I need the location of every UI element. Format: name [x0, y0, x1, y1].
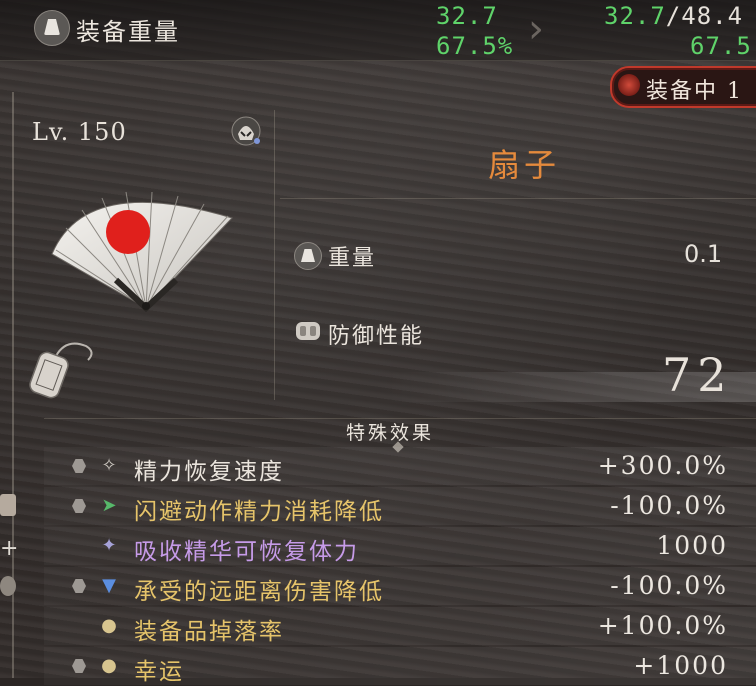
defense-icon	[296, 322, 320, 340]
effect-label: 装备品掉落率	[134, 619, 284, 645]
effect-row: ▼ 承受的远距离伤害降低 -100.0%	[44, 566, 756, 606]
chevron-right-icon: ›	[528, 6, 544, 52]
current-weight: 32.7	[436, 2, 498, 30]
effect-value: +1000	[633, 651, 728, 680]
effect-value: +100.0%	[597, 611, 728, 640]
fan-item-image	[51, 191, 233, 313]
special-effects-title: 特殊效果	[346, 422, 435, 444]
effect-row: ● 幸运 +1000	[44, 646, 756, 686]
new-weight-group: 32.7/48.4	[604, 2, 743, 30]
weight-label: 装备重量	[76, 18, 180, 46]
weight-bar: 装备重量 32.7 67.5% › 32.7/48.4 67.5	[0, 0, 756, 61]
helmet-icon	[231, 116, 261, 146]
side-circle-icon	[0, 576, 16, 596]
item-level: Lv. 150	[32, 118, 127, 146]
effect-label: 承受的远距离伤害降低	[134, 579, 384, 605]
plus-icon: +	[0, 536, 19, 561]
effect-label: 精力恢复速度	[134, 459, 284, 485]
defense-stat-value: 72	[662, 348, 733, 402]
side-tab-icon	[0, 494, 16, 516]
dash-icon: ➤	[101, 495, 117, 516]
effect-row: ➤ 闪避动作精力消耗降低 -100.0%	[44, 486, 756, 526]
new-weight-percent: 67.5	[690, 32, 752, 60]
effect-value: +300.0%	[597, 451, 728, 480]
weight-stat-label: 重量	[328, 246, 377, 271]
sparkle-purple-icon: ✦	[101, 535, 117, 556]
charm-icon	[29, 342, 93, 399]
equipped-tag: 装备中 1	[610, 66, 756, 108]
max-weight: /48.4	[665, 2, 744, 30]
panel-divider	[274, 110, 275, 400]
effect-value: -100.0%	[610, 491, 728, 520]
equipped-label: 装备中 1	[646, 79, 743, 104]
effect-row: ✧ 精力恢复速度 +300.0%	[44, 446, 756, 486]
effect-label: 吸收精华可恢复体力	[134, 539, 359, 565]
weight-icon	[294, 242, 322, 270]
effect-value: 1000	[656, 531, 728, 560]
effect-label: 幸运	[134, 659, 184, 685]
weight-stat-value: 0.1	[684, 240, 723, 268]
effect-label: 闪避动作精力消耗降低	[134, 499, 384, 525]
current-weight-percent: 67.5%	[436, 32, 514, 60]
new-weight: 32.7	[604, 2, 666, 30]
effect-value: -100.0%	[610, 571, 728, 600]
effect-row: ✦ 吸收精华可恢复体力 1000	[44, 526, 756, 566]
effect-row: ● 装备品掉落率 +100.0%	[44, 606, 756, 646]
sparkle-icon: ✧	[101, 455, 117, 476]
weight-icon	[34, 10, 70, 46]
defense-stat-label: 防御性能	[328, 324, 425, 349]
triangle-down-icon: ▼	[102, 575, 116, 596]
divider	[280, 198, 756, 199]
pouch-icon: ●	[101, 615, 117, 636]
pouch-icon: ●	[101, 655, 117, 676]
seal-icon	[618, 74, 640, 96]
item-name: 扇子	[488, 146, 561, 184]
